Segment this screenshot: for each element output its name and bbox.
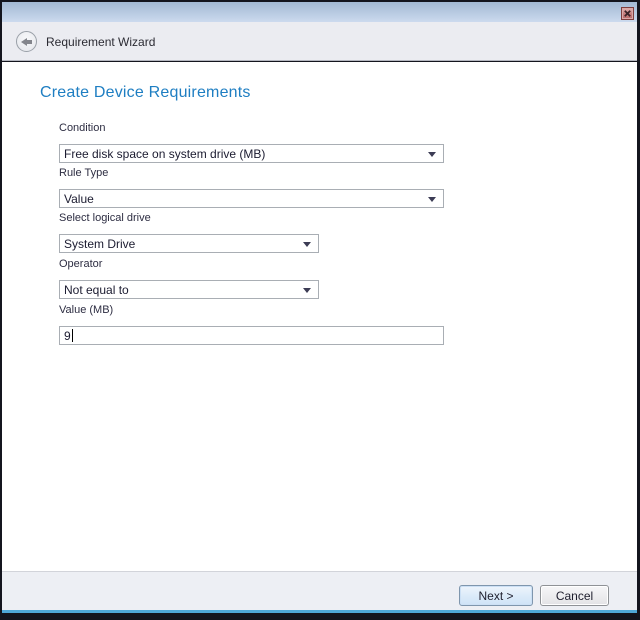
logical-drive-combobox[interactable]: System Drive bbox=[59, 234, 319, 253]
chevron-down-icon bbox=[428, 152, 436, 157]
text-caret bbox=[72, 329, 73, 342]
close-button[interactable] bbox=[621, 7, 634, 20]
arrow-left-icon bbox=[21, 38, 32, 46]
value-mb-input[interactable] bbox=[60, 327, 443, 344]
cancel-button[interactable]: Cancel bbox=[540, 585, 609, 606]
rule-type-combobox[interactable]: Value bbox=[59, 189, 444, 208]
wizard-footer: Next > Cancel bbox=[2, 571, 637, 611]
value-mb-textbox bbox=[59, 326, 444, 345]
operator-combobox-value: Not equal to bbox=[64, 283, 129, 297]
page-title: Create Device Requirements bbox=[40, 84, 251, 102]
wizard-content: Create Device Requirements Condition Fre… bbox=[2, 62, 637, 571]
back-button[interactable] bbox=[16, 31, 37, 52]
logical-drive-combobox-value: System Drive bbox=[64, 237, 135, 251]
condition-combobox[interactable]: Free disk space on system drive (MB) bbox=[59, 144, 444, 163]
rule-type-label: Rule Type bbox=[59, 166, 108, 180]
condition-combobox-value: Free disk space on system drive (MB) bbox=[64, 147, 265, 161]
chevron-down-icon bbox=[303, 288, 311, 293]
close-icon bbox=[624, 10, 631, 17]
wizard-header: Requirement Wizard bbox=[2, 22, 637, 61]
operator-combobox[interactable]: Not equal to bbox=[59, 280, 319, 299]
next-button[interactable]: Next > bbox=[459, 585, 533, 606]
logical-drive-label: Select logical drive bbox=[59, 211, 151, 225]
operator-label: Operator bbox=[59, 257, 102, 271]
requirement-wizard-window: { "header": { "title": "Requirement Wiza… bbox=[0, 0, 640, 620]
value-mb-label: Value (MB) bbox=[59, 303, 113, 317]
condition-label: Condition bbox=[59, 121, 105, 135]
bottom-accent-bar bbox=[2, 610, 637, 613]
rule-type-combobox-value: Value bbox=[64, 192, 94, 206]
chevron-down-icon bbox=[428, 197, 436, 202]
window-title: Requirement Wizard bbox=[46, 35, 155, 49]
chevron-down-icon bbox=[303, 242, 311, 247]
titlebar bbox=[2, 2, 637, 22]
